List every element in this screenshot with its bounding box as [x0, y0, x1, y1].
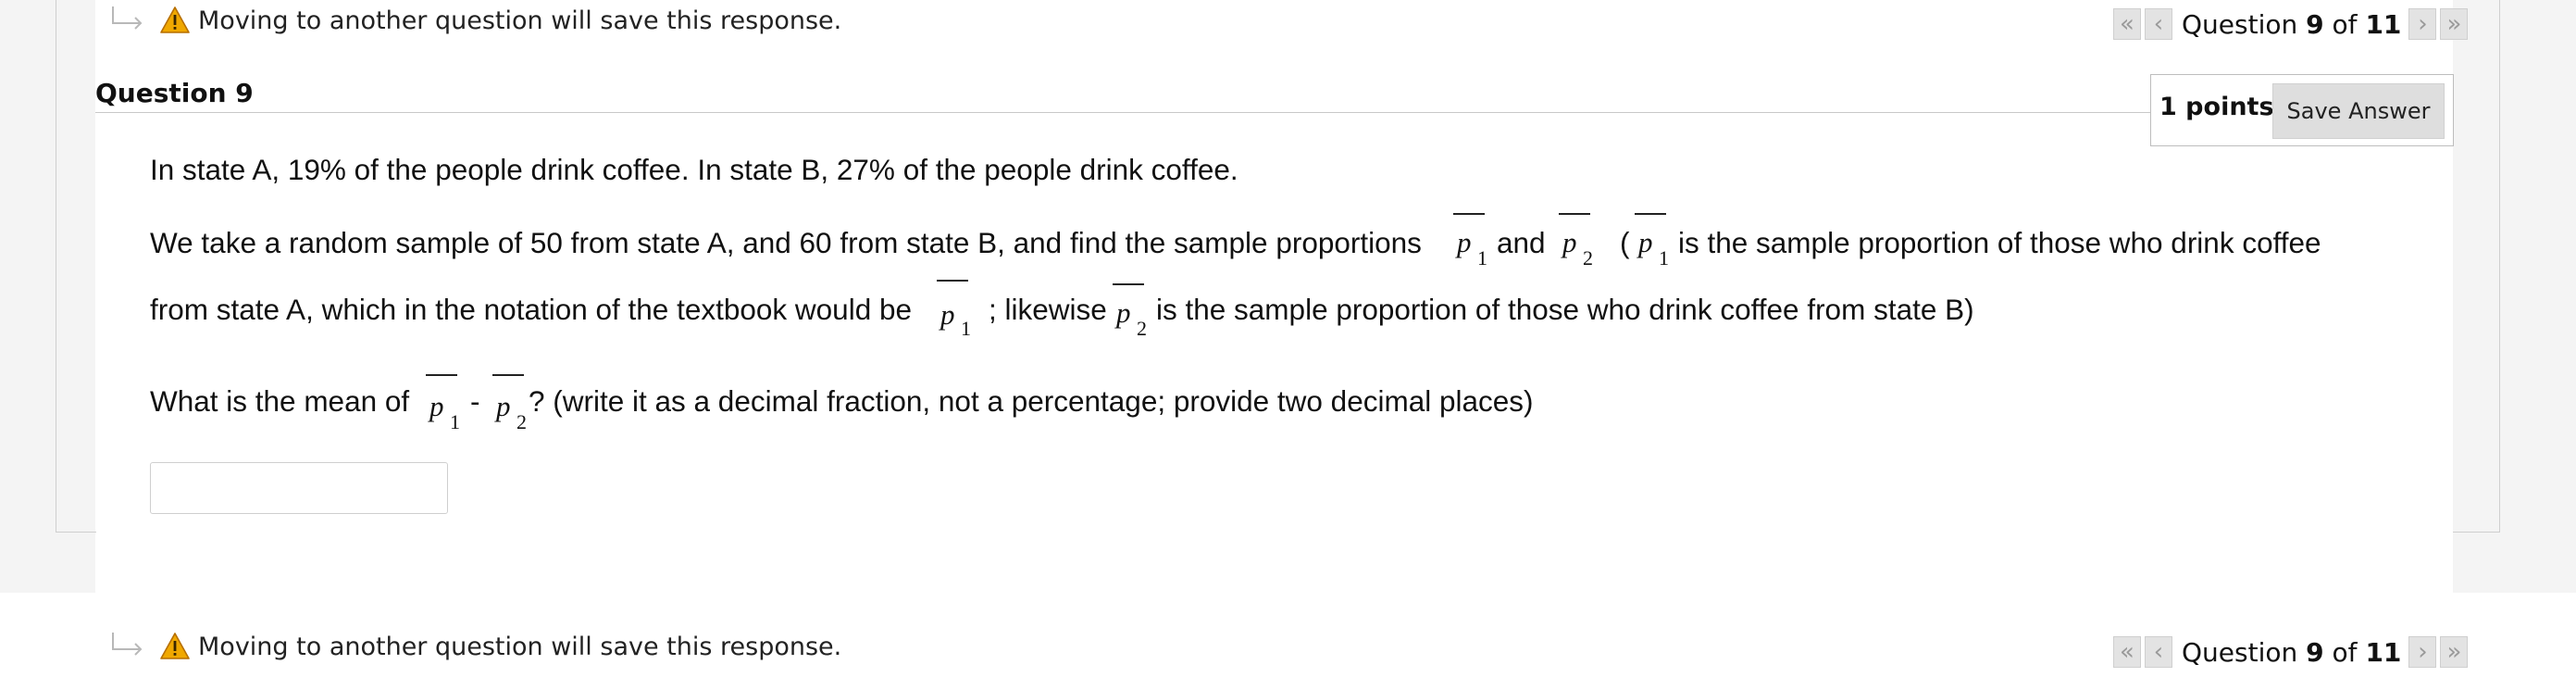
- return-arrow-icon: [112, 633, 143, 656]
- warning-text: Moving to another question will save thi…: [198, 6, 842, 35]
- question-line-2d: is the sample proportion of those who dr…: [1678, 226, 2321, 259]
- warning-triangle-icon: [160, 633, 190, 659]
- question-pager-top: « ‹ Question 9 of 11 › »: [2113, 5, 2471, 44]
- save-warning-top: Moving to another question will save thi…: [109, 2, 841, 39]
- points-label: 1 points: [2159, 93, 2274, 121]
- pager-label: Question 9 of 11: [2182, 8, 2402, 40]
- question-line-3b: ; likewise: [989, 293, 1107, 326]
- question-title: Question 9: [95, 78, 254, 108]
- warning-triangle-icon: [160, 6, 190, 33]
- double-chevron-left-icon[interactable]: «: [2113, 8, 2141, 40]
- answer-input[interactable]: [150, 462, 448, 514]
- question-line-3a: from state A, which in the notation of t…: [150, 293, 912, 326]
- frame-border-left: [56, 0, 96, 533]
- double-chevron-right-icon[interactable]: »: [2440, 8, 2469, 40]
- question-line-4a: What is the mean of: [150, 384, 410, 418]
- chevron-right-icon[interactable]: ›: [2408, 636, 2437, 668]
- question-pager-bottom: « ‹ Question 9 of 11 › »: [2113, 633, 2471, 671]
- question-line-1: In state A, 19% of the people drink coff…: [150, 153, 1238, 186]
- double-chevron-right-icon[interactable]: »: [2440, 636, 2469, 668]
- question-line-4c: ? (write it as a decimal fraction, not a…: [529, 384, 1534, 418]
- warning-text: Moving to another question will save thi…: [198, 632, 842, 661]
- question-line-4b: -: [470, 384, 480, 418]
- chevron-right-icon[interactable]: ›: [2408, 8, 2437, 40]
- chevron-left-icon[interactable]: ‹: [2145, 8, 2172, 40]
- save-answer-button[interactable]: Save Answer: [2272, 83, 2445, 139]
- chevron-left-icon[interactable]: ‹: [2145, 636, 2172, 668]
- return-arrow-icon: [112, 6, 143, 30]
- save-warning-bottom: Moving to another question will save thi…: [109, 628, 841, 665]
- question-line-3c: is the sample proportion of those who dr…: [1156, 293, 1974, 326]
- question-line-2b: and: [1497, 226, 1546, 259]
- double-chevron-left-icon[interactable]: «: [2113, 636, 2141, 668]
- question-divider: [95, 112, 2150, 113]
- question-line-2c: (: [1620, 226, 1630, 259]
- pager-label: Question 9 of 11: [2182, 636, 2402, 668]
- question-line-2a: We take a random sample of 50 from state…: [150, 226, 1422, 259]
- frame-border-right: [2453, 0, 2500, 533]
